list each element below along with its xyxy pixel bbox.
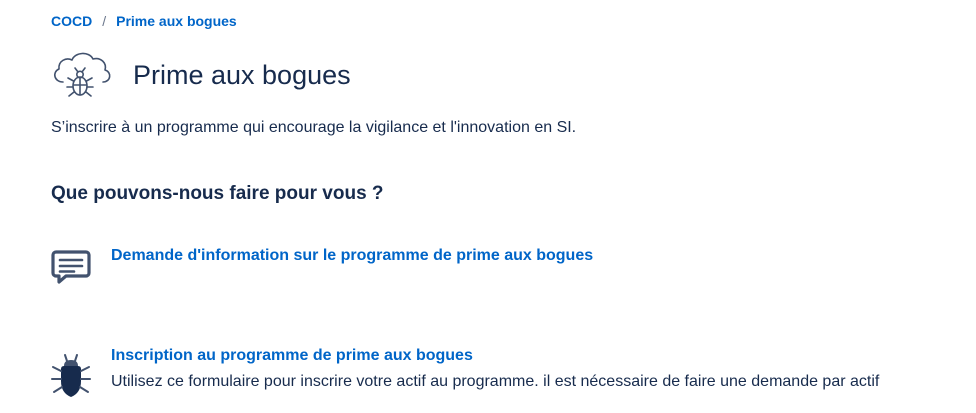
breadcrumb: COCD / Prime aux bogues bbox=[51, 13, 237, 29]
section-title: Que pouvons-nous faire pour vous ? bbox=[51, 183, 384, 204]
request-type-info-text: Demande d'information sur le programme d… bbox=[111, 247, 593, 265]
request-type-title[interactable]: Demande d'information sur le programme d… bbox=[111, 247, 593, 265]
bug-icon bbox=[51, 354, 91, 397]
breadcrumb-current-link[interactable]: Prime aux bogues bbox=[116, 13, 237, 29]
request-type-description: Utilisez ce formulaire pour inscrire vot… bbox=[111, 373, 880, 390]
breadcrumb-root-link[interactable]: COCD bbox=[51, 13, 92, 29]
breadcrumb-separator: / bbox=[102, 13, 107, 29]
request-type-signup[interactable]: Inscription au programme de prime aux bo… bbox=[50, 347, 879, 399]
chat-message-icon bbox=[51, 250, 91, 284]
portal-header: Prime aux bogues bbox=[49, 46, 351, 104]
portal-description: S’inscrire à un programme qui encourage … bbox=[51, 119, 577, 136]
cloud-bug-icon bbox=[54, 52, 111, 97]
portal-page: COCD / Prime aux bogues Prime aux bogues… bbox=[0, 0, 976, 413]
page-title: Prime aux bogues bbox=[133, 59, 351, 90]
request-type-title[interactable]: Inscription au programme de prime aux bo… bbox=[111, 347, 879, 365]
request-type-signup-text: Inscription au programme de prime aux bo… bbox=[111, 347, 879, 391]
request-type-info[interactable]: Demande d'information sur le programme d… bbox=[50, 247, 593, 289]
